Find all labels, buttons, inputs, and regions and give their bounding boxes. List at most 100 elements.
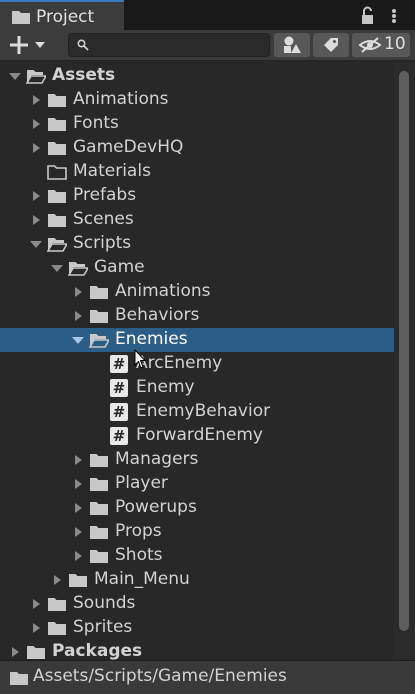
folder-icon xyxy=(48,142,66,155)
folder-icon xyxy=(48,214,66,227)
expand-arrow-icon[interactable] xyxy=(71,525,85,539)
create-button[interactable] xyxy=(8,33,52,57)
expand-arrow-icon[interactable] xyxy=(71,309,85,323)
folder-row[interactable]: Behaviors xyxy=(0,304,394,328)
folder-icon xyxy=(90,478,108,491)
folder-row[interactable]: Materials xyxy=(0,160,394,184)
tree-item-label: Powerups xyxy=(115,497,197,517)
folder-row[interactable]: Powerups xyxy=(0,496,394,520)
expand-arrow-icon[interactable] xyxy=(8,645,22,659)
expand-arrow-icon[interactable] xyxy=(29,213,43,227)
expand-arrow-icon[interactable] xyxy=(29,621,43,635)
tree-item-label: Sounds xyxy=(73,593,136,613)
csharp-script-icon: # xyxy=(110,427,128,445)
expand-arrow-icon[interactable] xyxy=(29,597,43,611)
tree-item-label: Assets xyxy=(52,65,116,85)
folder-row[interactable]: Packages xyxy=(0,640,394,660)
folder-row[interactable]: Player xyxy=(0,472,394,496)
tree-item-label: Scripts xyxy=(73,233,132,253)
expand-arrow-icon[interactable] xyxy=(71,453,85,467)
tab-title: Project xyxy=(36,7,95,27)
expand-arrow-icon[interactable] xyxy=(29,117,43,131)
shapes-icon xyxy=(284,36,301,53)
folder-icon xyxy=(10,672,28,685)
window-tab-bar: Project xyxy=(0,0,415,30)
search-by-label-button[interactable] xyxy=(313,33,349,57)
folder-icon xyxy=(69,574,87,587)
folder-row[interactable]: Main_Menu xyxy=(0,568,394,592)
folder-row[interactable]: Fonts xyxy=(0,112,394,136)
expand-arrow-icon[interactable] xyxy=(71,285,85,299)
folder-row[interactable]: Assets xyxy=(0,64,394,88)
expand-arrow-icon[interactable] xyxy=(50,573,64,587)
tree-item-label: Fonts xyxy=(73,113,119,133)
folder-icon xyxy=(90,454,108,467)
search-icon xyxy=(77,39,89,51)
script-asset-row[interactable]: # ArcEnemy xyxy=(0,352,394,376)
tree-item-label: Game xyxy=(94,257,145,277)
open-folder-icon xyxy=(89,334,109,348)
lock-icon[interactable] xyxy=(358,6,408,26)
collapse-arrow-icon[interactable] xyxy=(8,69,22,83)
tab-project[interactable]: Project xyxy=(0,0,124,30)
folder-row[interactable]: Prefabs xyxy=(0,184,394,208)
open-folder-icon xyxy=(26,70,46,84)
tree-item-label: Packages xyxy=(52,641,143,660)
folder-row[interactable]: GameDevHQ xyxy=(0,136,394,160)
expand-arrow-icon[interactable] xyxy=(71,501,85,515)
script-asset-row[interactable]: # EnemyBehavior xyxy=(0,400,394,424)
expand-arrow-icon[interactable] xyxy=(71,477,85,491)
open-folder-icon xyxy=(68,262,88,276)
tree-item-label: Materials xyxy=(73,161,151,181)
tree-item-label: Main_Menu xyxy=(94,569,190,589)
scrollbar-thumb[interactable] xyxy=(399,71,409,631)
script-asset-row[interactable]: # ForwardEnemy xyxy=(0,424,394,448)
tree-item-label: Enemies xyxy=(115,329,188,349)
expand-arrow-icon[interactable] xyxy=(29,141,43,155)
path-bar: Assets/Scripts/Game/Enemies xyxy=(0,660,415,694)
folder-row[interactable]: Managers xyxy=(0,448,394,472)
folder-row[interactable]: Sounds xyxy=(0,592,394,616)
expand-arrow-icon[interactable] xyxy=(29,189,43,203)
folder-row[interactable]: Sprites xyxy=(0,616,394,640)
hidden-packages-button[interactable]: 10 xyxy=(352,33,410,57)
project-toolbar: 10 xyxy=(0,30,415,61)
script-asset-row[interactable]: # Enemy xyxy=(0,376,394,400)
folder-icon xyxy=(48,190,66,203)
folder-row[interactable]: Game xyxy=(0,256,394,280)
folder-icon xyxy=(12,11,30,24)
folder-row[interactable]: Animations xyxy=(0,88,394,112)
folder-icon xyxy=(48,118,66,131)
collapse-arrow-icon[interactable] xyxy=(71,333,85,347)
tree-item-label: Behaviors xyxy=(115,305,200,325)
folder-icon xyxy=(48,622,66,635)
folder-icon xyxy=(48,598,66,611)
mouse-cursor-icon xyxy=(134,349,146,369)
folder-row[interactable]: Animations xyxy=(0,280,394,304)
vertical-scrollbar[interactable] xyxy=(394,63,415,660)
tree-item-label: ArcEnemy xyxy=(136,353,223,373)
open-folder-icon xyxy=(47,238,67,252)
folder-row[interactable]: Scripts xyxy=(0,232,394,256)
search-input[interactable] xyxy=(68,33,270,57)
tree-item-label: Enemy xyxy=(136,377,195,397)
selected-path: Assets/Scripts/Game/Enemies xyxy=(33,666,287,686)
folder-row[interactable]: Shots xyxy=(0,544,394,568)
folder-row[interactable]: Scenes xyxy=(0,208,394,232)
folder-row[interactable]: Enemies xyxy=(0,328,394,352)
tag-icon xyxy=(324,38,338,52)
folder-icon xyxy=(90,526,108,539)
folder-icon xyxy=(48,94,66,107)
eye-slash-icon xyxy=(358,37,382,53)
collapse-arrow-icon[interactable] xyxy=(29,237,43,251)
tree-item-label: GameDevHQ xyxy=(73,137,184,157)
chevron-down-icon xyxy=(35,42,45,48)
expand-arrow-icon[interactable] xyxy=(29,93,43,107)
tree-item-label: Player xyxy=(115,473,168,493)
tree-item-label: Animations xyxy=(73,89,169,109)
folder-row[interactable]: Props xyxy=(0,520,394,544)
expand-arrow-icon[interactable] xyxy=(71,549,85,563)
more-menu-icon xyxy=(392,9,396,13)
collapse-arrow-icon[interactable] xyxy=(50,261,64,275)
search-by-type-button[interactable] xyxy=(274,33,310,57)
